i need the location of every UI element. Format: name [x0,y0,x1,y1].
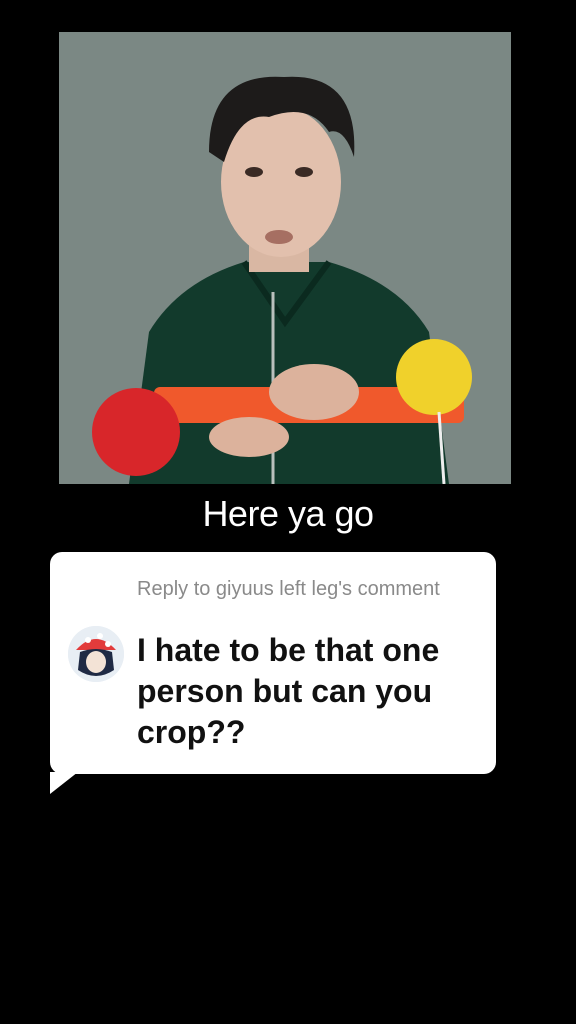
avatar-icon [68,626,124,682]
video-caption: Here ya go [202,493,374,534]
reply-comment-bubble[interactable]: Reply to giyuus left leg's comment I hat… [50,552,496,774]
video-still [59,32,511,484]
commenter-avatar[interactable] [68,626,124,682]
video-frame[interactable] [59,32,511,484]
comment-text: I hate to be that one person but can you… [137,632,440,750]
reply-to-label: Reply to giyuus left leg's comment [137,578,440,600]
bubble-tail [50,772,78,794]
